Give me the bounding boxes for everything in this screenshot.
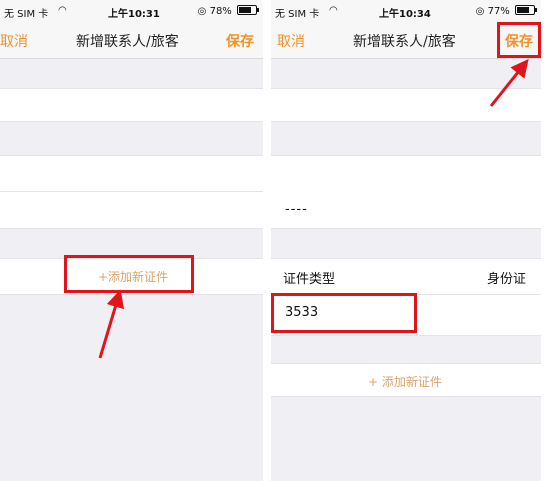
- arrow-icon: [98, 289, 125, 359]
- arrow-icon: [489, 58, 529, 107]
- screenshot-canvas: 无 SIM 卡 ◠ 上午10:31 ◎ 78% 取消 新增联系人/旅客 保存 +…: [0, 0, 551, 481]
- arrow-icon: [98, 58, 529, 359]
